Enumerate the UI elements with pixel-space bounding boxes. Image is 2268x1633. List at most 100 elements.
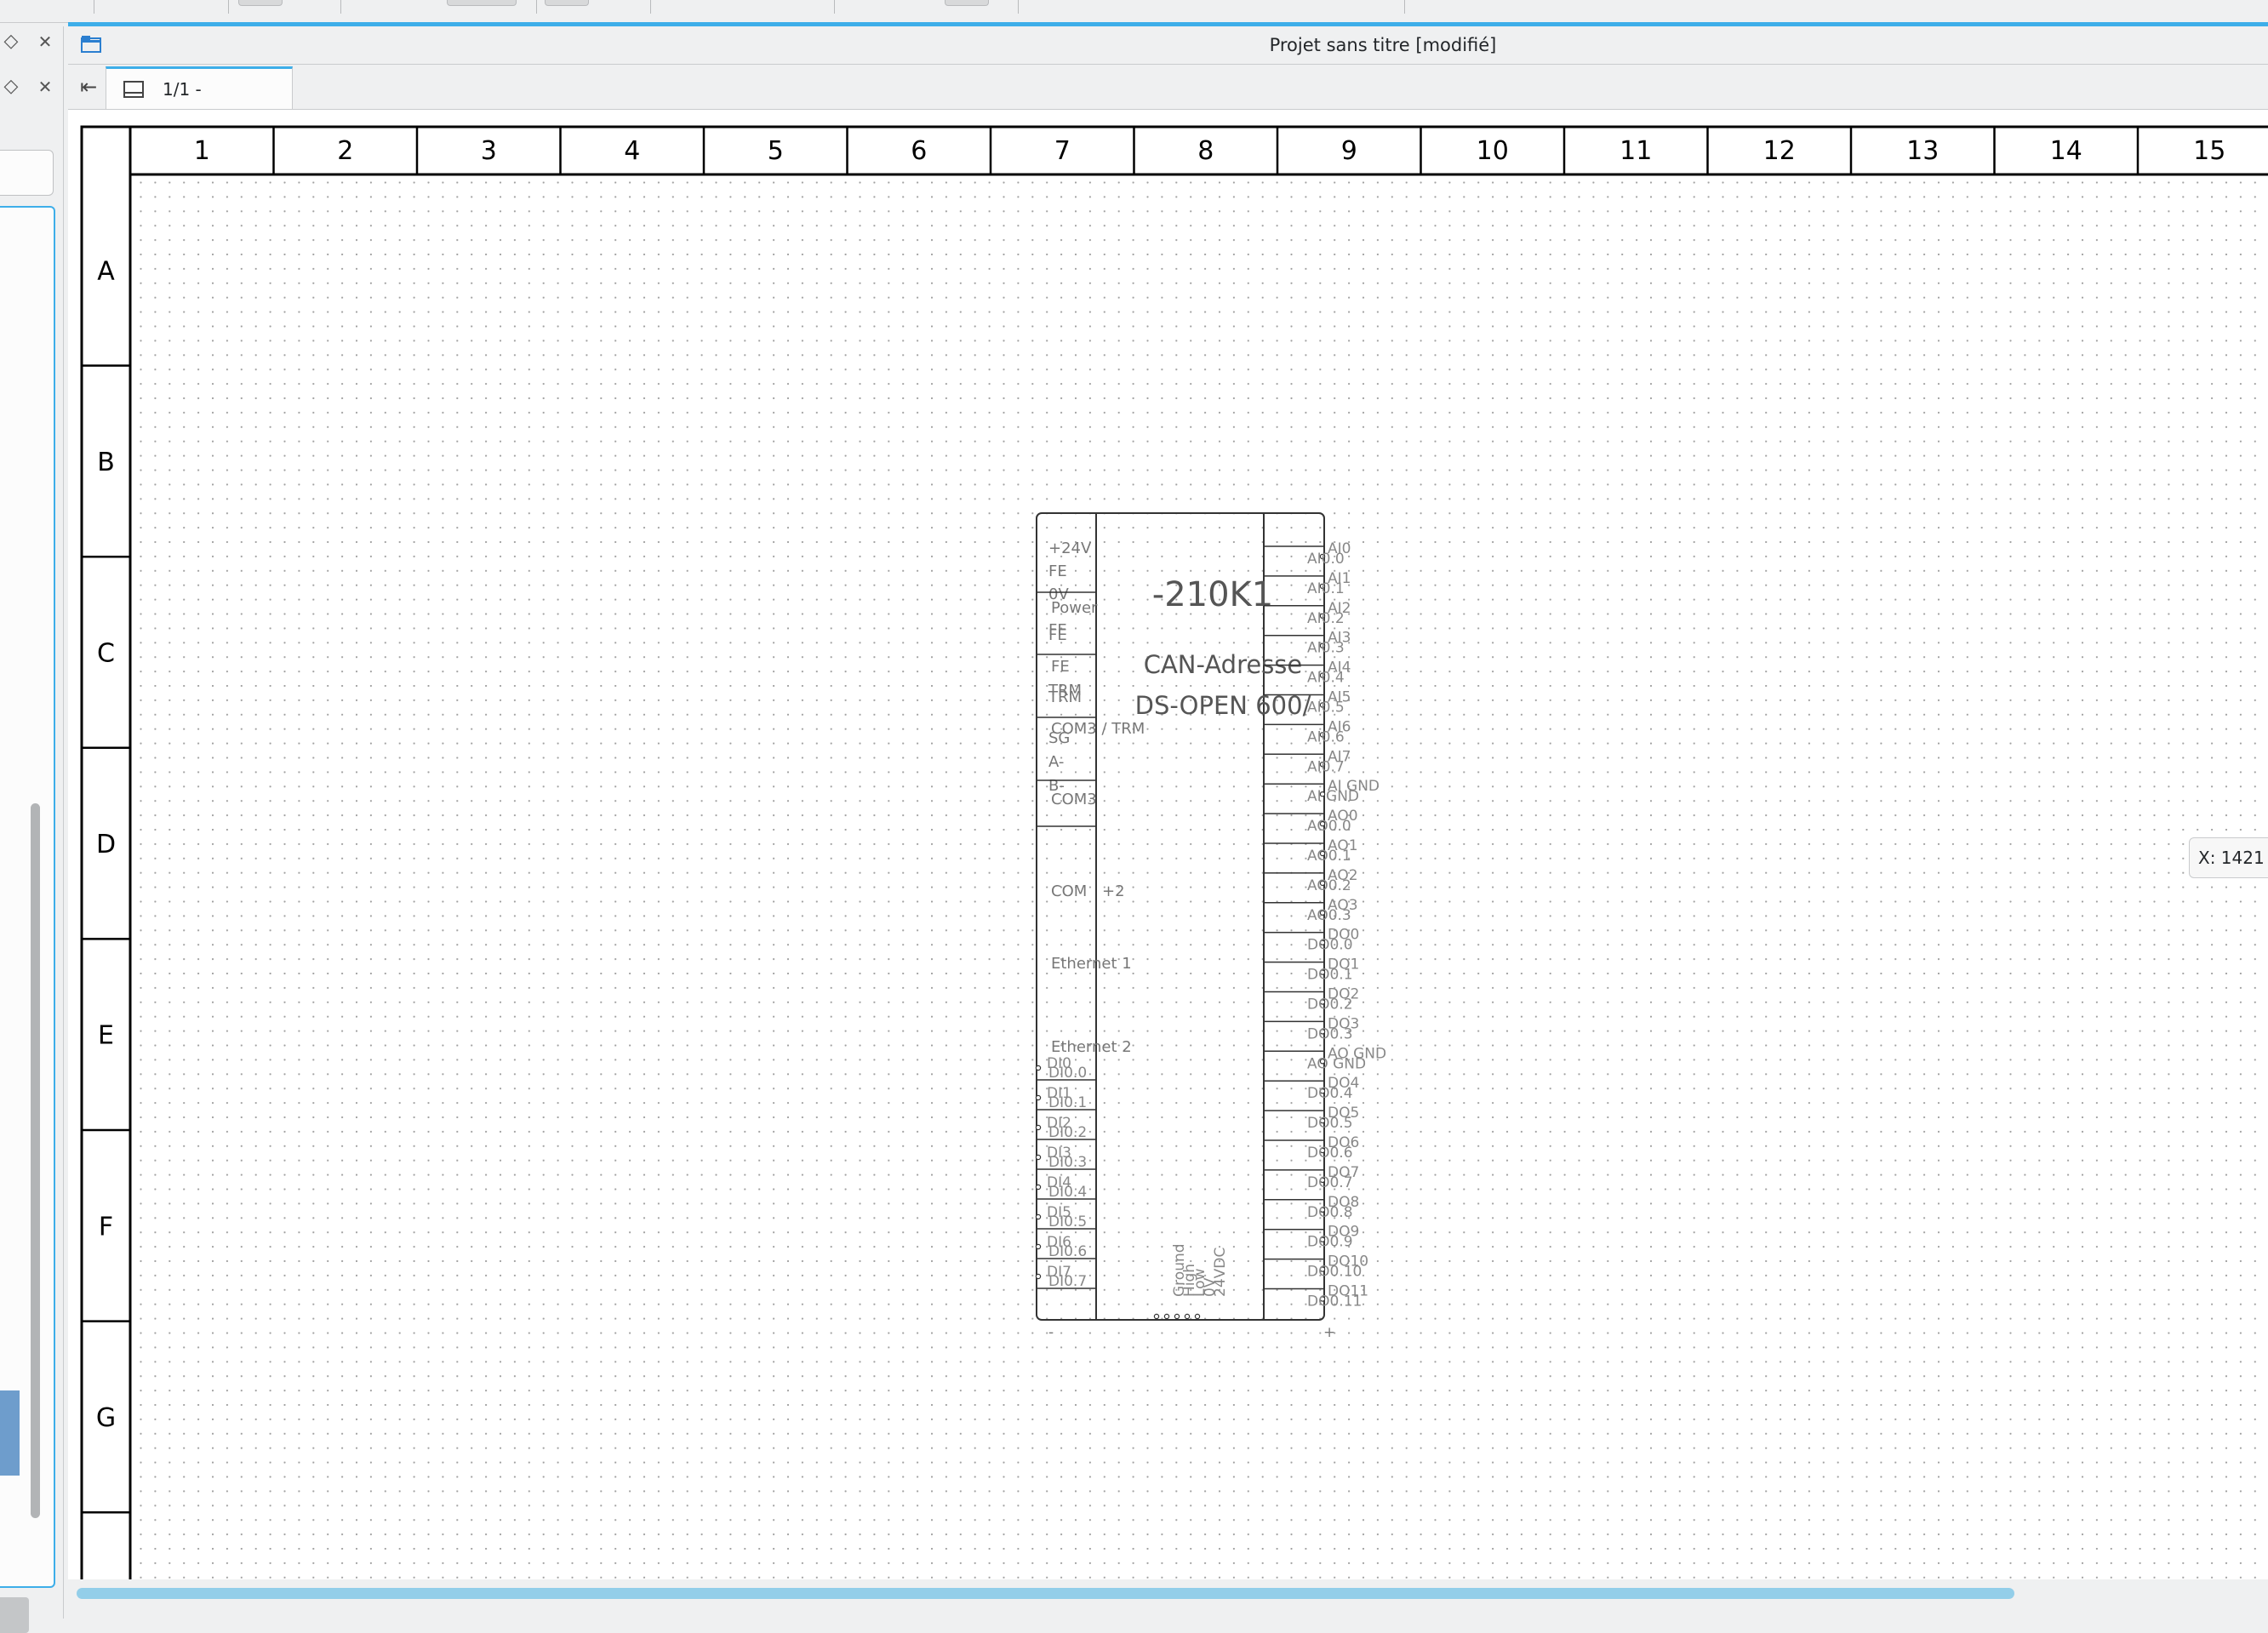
- right-terminal-label: DO0.4: [1307, 1085, 1353, 1102]
- element-tag: -210K1: [1152, 575, 1273, 614]
- grid-dots: [129, 174, 2268, 1579]
- right-terminal-label: DO0.7: [1307, 1174, 1353, 1191]
- panel-scrollbar[interactable]: [31, 803, 40, 1518]
- schematic-sheet[interactable]: 1 2 3 4 5 6 7 8 9 10 11 12 13 14 15ABCDEFG-210K1CAN-Ad…: [68, 110, 2268, 1579]
- di-terminal-label: DI0.6: [1048, 1243, 1087, 1260]
- right-terminal-label: AO0.0: [1307, 818, 1351, 835]
- terminal-connector: [1035, 1243, 1042, 1250]
- right-terminal-label: AO0.2: [1307, 877, 1351, 894]
- right-terminal-label: AI0.0: [1307, 551, 1345, 568]
- right-terminal-label: AI0.4: [1307, 670, 1345, 687]
- right-terminal-label: DO0.11: [1307, 1293, 1362, 1310]
- folio-tabbar: ⇤ 1/1 -: [68, 65, 2268, 110]
- terminal-connector: [1035, 1213, 1042, 1220]
- close-icon[interactable]: ✕: [34, 32, 56, 51]
- terminal-connector: [1035, 1065, 1042, 1071]
- cursor-coordinates: X: 1421 Y:: [2189, 837, 2268, 878]
- column-label: 11: [1620, 136, 1652, 166]
- right-terminal-label: AO0.1: [1307, 848, 1351, 865]
- right-terminal-label: DO0.3: [1307, 1025, 1353, 1042]
- left-terminal-label: +2: [1102, 882, 1125, 900]
- column-label: 12: [1763, 136, 1796, 166]
- left-terminal-label: SG: [1048, 729, 1070, 747]
- row-label: A: [97, 256, 115, 286]
- float-icon[interactable]: ◇: [0, 77, 22, 96]
- right-terminal-label: AI GND: [1307, 788, 1359, 805]
- terminal-connector: [1035, 1273, 1042, 1280]
- terminal-connector: [1163, 1313, 1170, 1320]
- toolbar-strip: [0, 0, 2268, 23]
- column-label: 15: [2193, 136, 2225, 166]
- left-terminal-label: COM: [1051, 882, 1087, 900]
- column-label: 6: [911, 136, 927, 166]
- horizontal-scrollbar[interactable]: [68, 1579, 2268, 1608]
- right-terminal-label: DO0.8: [1307, 1204, 1353, 1221]
- column-label: 2: [337, 136, 353, 166]
- left-terminal-label: Power: [1051, 599, 1098, 617]
- right-terminal-label: AO GND: [1307, 1055, 1366, 1072]
- di-terminal-label: DI0.5: [1048, 1213, 1087, 1230]
- right-terminal-label: DO0.6: [1307, 1145, 1353, 1162]
- terminal-connector: [1035, 1094, 1042, 1101]
- row-label: B: [97, 448, 115, 477]
- right-terminal-label: DO0.1: [1307, 967, 1353, 984]
- tree-selected-item[interactable]: [0, 1390, 20, 1476]
- panel-bottom-button[interactable]: [0, 1597, 29, 1633]
- di-terminal-label: DI0.1: [1048, 1094, 1087, 1111]
- row-label: D: [96, 830, 116, 859]
- panel-tree-list[interactable]: [0, 206, 55, 1588]
- left-terminal-label: FE: [1048, 626, 1067, 644]
- drawing-canvas[interactable]: 1 2 3 4 5 6 7 8 9 10 11 12 13 14 15 A B C D E F G -210K1 CAN-Ad…: [68, 110, 2268, 1579]
- di-terminal-label: DI0.7: [1048, 1273, 1087, 1290]
- right-terminal-label: AO0.3: [1307, 907, 1351, 924]
- terminal-connector: [1153, 1313, 1160, 1320]
- row-label: E: [98, 1021, 114, 1051]
- left-terminal-label: FE: [1048, 562, 1067, 580]
- float-icon[interactable]: ◇: [0, 32, 22, 51]
- left-terminal-label: Ethernet 1: [1051, 955, 1132, 973]
- document-title: Projet sans titre [modifié]: [1269, 35, 1497, 55]
- right-terminal-label: DO0.10: [1307, 1264, 1362, 1281]
- right-terminal-label: DO0.2: [1307, 996, 1353, 1013]
- close-icon[interactable]: ✕: [34, 77, 56, 96]
- column-label: 8: [1197, 136, 1214, 166]
- first-folio-icon[interactable]: ⇤: [75, 73, 102, 100]
- left-terminal-label: +24V: [1048, 540, 1092, 557]
- bottom-terminal-label: 24VDC: [1212, 1248, 1229, 1297]
- column-label: 4: [624, 136, 640, 166]
- terminal-connector: [1174, 1313, 1180, 1320]
- column-label: 3: [481, 136, 497, 166]
- column-label: 13: [1906, 136, 1939, 166]
- right-terminal-label: DO0.0: [1307, 937, 1353, 954]
- tab-folio-1[interactable]: 1/1 -: [106, 66, 293, 109]
- right-terminal-label: AI0.3: [1307, 640, 1345, 657]
- row-label: F: [99, 1212, 113, 1242]
- left-terminal-label: COM3: [1051, 791, 1097, 808]
- di-terminal-label: DI0.3: [1048, 1154, 1087, 1171]
- terminal-connector: [1184, 1313, 1191, 1320]
- scrollbar-thumb[interactable]: [77, 1588, 2014, 1599]
- frame-column-header: [80, 125, 2268, 176]
- column-label: 9: [1341, 136, 1357, 166]
- right-terminal-label: AI0.7: [1307, 758, 1345, 775]
- di-terminal-label: DI0.4: [1048, 1184, 1087, 1201]
- column-label: 14: [2050, 136, 2082, 166]
- column-label: 10: [1477, 136, 1509, 166]
- left-terminal-label: FE: [1051, 658, 1070, 676]
- panel-search-input[interactable]: [0, 150, 54, 196]
- left-terminal-label: TRM: [1048, 688, 1082, 706]
- folio-icon: [123, 81, 144, 98]
- terminal-connector: [1035, 1124, 1042, 1131]
- right-terminal-label: AI0.6: [1307, 728, 1345, 745]
- minus-label: -: [1048, 1324, 1054, 1341]
- column-label: 7: [1054, 136, 1071, 166]
- tab-label: 1/1 -: [163, 79, 202, 100]
- right-terminal-label: AI0.2: [1307, 610, 1345, 627]
- right-terminal-label: DO0.5: [1307, 1115, 1353, 1132]
- right-terminal-label: AI0.1: [1307, 580, 1345, 597]
- column-label: 1: [194, 136, 210, 166]
- di-terminal-label: DI0.2: [1048, 1124, 1087, 1141]
- row-label: C: [97, 639, 115, 669]
- di-terminal-label: DI0.0: [1048, 1065, 1087, 1082]
- column-label: 5: [768, 136, 784, 166]
